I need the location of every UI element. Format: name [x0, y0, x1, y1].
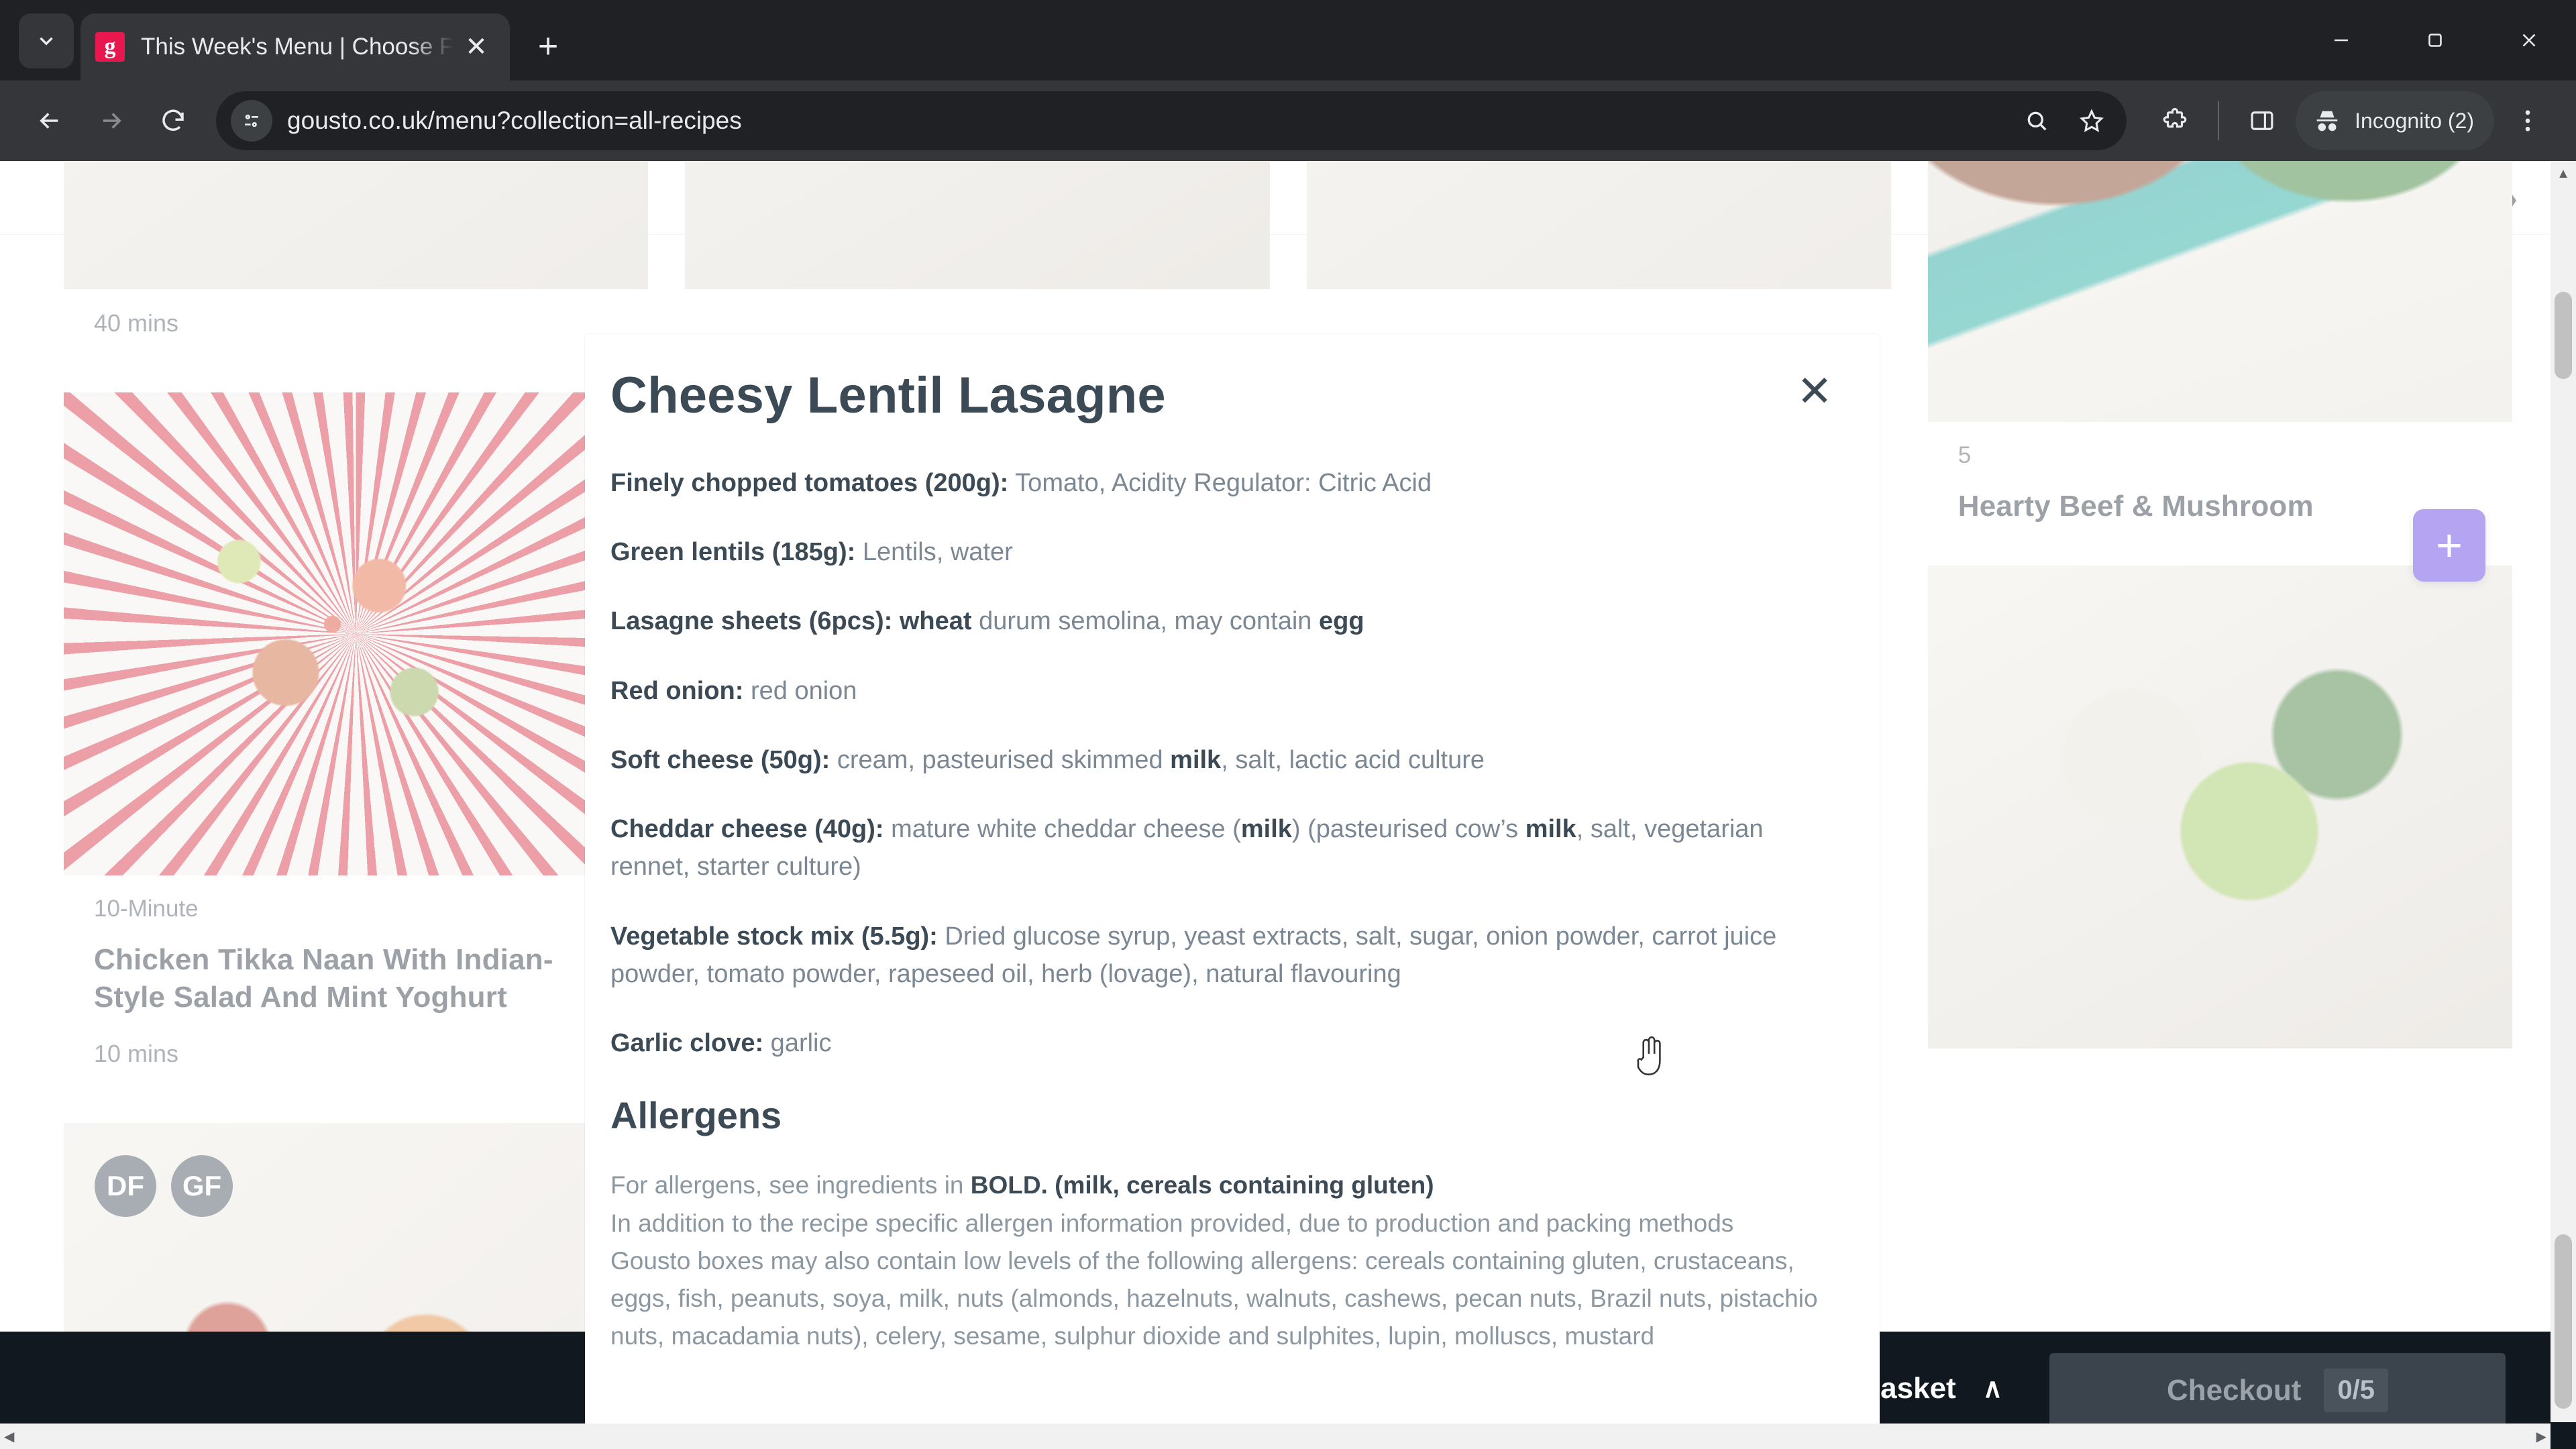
ingredient-row: Lasagne sheets (6pcs): wheat durum semol… [610, 602, 1819, 640]
scroll-right-arrow-icon[interactable]: ▶ [2536, 1428, 2546, 1445]
side-panel-icon[interactable] [2233, 91, 2292, 150]
checkout-count: 0/5 [2324, 1368, 2389, 1412]
page-info-icon[interactable] [231, 100, 272, 142]
ingredient-row: Finely chopped tomatoes (200g): Tomato, … [610, 464, 1819, 502]
incognito-label: Incognito (2) [2355, 108, 2474, 133]
favicon-letter: g [104, 34, 116, 59]
allergens-bold: BOLD. (milk, cereals containing gluten) [970, 1171, 1434, 1199]
minimize-icon[interactable] [2294, 0, 2388, 80]
scrollbar-thumb[interactable] [2555, 292, 2572, 379]
ingredient-row: Green lentils (185g): Lentils, water [610, 533, 1819, 571]
toolbar-right-actions: Incognito (2) [2145, 91, 2557, 150]
three-dot-menu-icon[interactable] [2498, 91, 2557, 150]
reload-icon[interactable] [142, 90, 204, 152]
tab-title: This Week's Menu | Choose Fro [141, 34, 453, 60]
checkout-label: Checkout [2166, 1373, 2302, 1407]
horizontal-scrollbar[interactable]: ◀ ▶ [0, 1424, 2551, 1449]
ingredient-name: Lasagne sheets (6pcs): [610, 607, 893, 636]
incognito-indicator[interactable]: Incognito (2) [2296, 91, 2494, 150]
ingredient-detail: Lentils, water [855, 538, 1013, 567]
new-tab-button[interactable]: + [525, 23, 572, 70]
search-zoom-icon[interactable] [2012, 97, 2061, 145]
clipped-ingredient-row [610, 441, 1819, 464]
ingredient-name: Cheddar cheese (40g): [610, 815, 884, 844]
ingredient-row: Vegetable stock mix (5.5g): Dried glucos… [610, 918, 1819, 993]
ingredient-name [610, 441, 618, 443]
ingredient-row: Cheddar cheese (40g): mature white chedd… [610, 810, 1819, 885]
ingredient-detail: cream, pasteurised skimmed milk, salt, l… [830, 745, 1485, 774]
allergens-prefix: For allergens, see ingredients in [610, 1171, 971, 1199]
ingredient-detail: wheat durum semolina, may contain egg [899, 607, 1364, 636]
ingredient-detail: Tomato, Acidity Regulator: Citric Acid [1008, 469, 1432, 497]
vertical-scrollbar[interactable]: ▲ [2551, 161, 2576, 1422]
tab-close-icon[interactable]: ✕ [458, 28, 495, 66]
address-bar[interactable]: gousto.co.uk/menu?collection=all-recipes [216, 91, 2127, 150]
browser-toolbar: gousto.co.uk/menu?collection=all-recipes [0, 80, 2576, 161]
forward-arrow-icon[interactable] [80, 90, 142, 152]
gousto-favicon-icon: g [95, 32, 125, 62]
ingredient-name: Soft cheese (50g): [610, 745, 830, 774]
allergens-heading: Allergens [610, 1094, 782, 1137]
recipe-detail-modal: Cheesy Lentil Lasagne ✕ Finely chopped t… [585, 334, 1880, 1449]
modal-header: Cheesy Lentil Lasagne ✕ [585, 334, 1880, 441]
checkout-button[interactable]: Checkout 0/5 [2049, 1352, 2506, 1428]
ingredient-name: Red onion: [610, 676, 744, 705]
omnibox-actions [2012, 97, 2116, 145]
scroll-up-arrow-icon[interactable]: ▲ [2551, 161, 2576, 186]
ingredient-row: Soft cheese (50g): cream, pasteurised sk… [610, 741, 1819, 779]
ingredient-name: Green lentils (185g): [610, 538, 856, 567]
url-text: gousto.co.uk/menu?collection=all-recipes [287, 107, 742, 134]
browser-tab[interactable]: g This Week's Menu | Choose Fro ✕ [80, 13, 510, 80]
extensions-puzzle-icon[interactable] [2145, 91, 2204, 150]
allergens-text: For allergens, see ingredients in BOLD. … [610, 1167, 1819, 1355]
back-arrow-icon[interactable] [19, 90, 80, 152]
browser-window: g This Week's Menu | Choose Fro ✕ + gous… [0, 0, 2576, 1449]
chevron-up-icon: ∧ [1982, 1373, 2002, 1403]
ingredient-row: Red onion: red onion [610, 672, 1819, 710]
close-icon[interactable]: ✕ [1788, 365, 1841, 417]
window-close-icon[interactable] [2482, 0, 2576, 80]
ingredient-detail: red onion [743, 676, 857, 705]
modal-title: Cheesy Lentil Lasagne [610, 367, 1166, 424]
ingredient-name: Vegetable stock mix (5.5g): [610, 922, 938, 951]
star-icon[interactable] [2068, 97, 2116, 145]
ingredient-detail: garlic [763, 1029, 832, 1058]
allergens-line-1: For allergens, see ingredients in BOLD. … [610, 1167, 1819, 1204]
page-content: For Lauren (14) All Recipes (86) Calorie… [0, 161, 2576, 1449]
toolbar-divider [2218, 101, 2220, 140]
ingredient-name: Garlic clove: [610, 1029, 764, 1058]
scrollbar-thumb[interactable] [2555, 1234, 2572, 1409]
ingredient-row: Garlic clove: garlic [610, 1024, 1819, 1062]
allergens-line-2: In addition to the recipe specific aller… [610, 1209, 1818, 1350]
ingredient-name: Finely chopped tomatoes (200g): [610, 469, 1009, 497]
tab-search-icon[interactable] [19, 13, 74, 68]
modal-body: Finely chopped tomatoes (200g): Tomato, … [585, 441, 1880, 1449]
maximize-icon[interactable] [2388, 0, 2482, 80]
scroll-left-arrow-icon[interactable]: ◀ [4, 1428, 14, 1445]
window-controls [2294, 0, 2576, 80]
tab-strip: g This Week's Menu | Choose Fro ✕ + [0, 0, 2576, 80]
